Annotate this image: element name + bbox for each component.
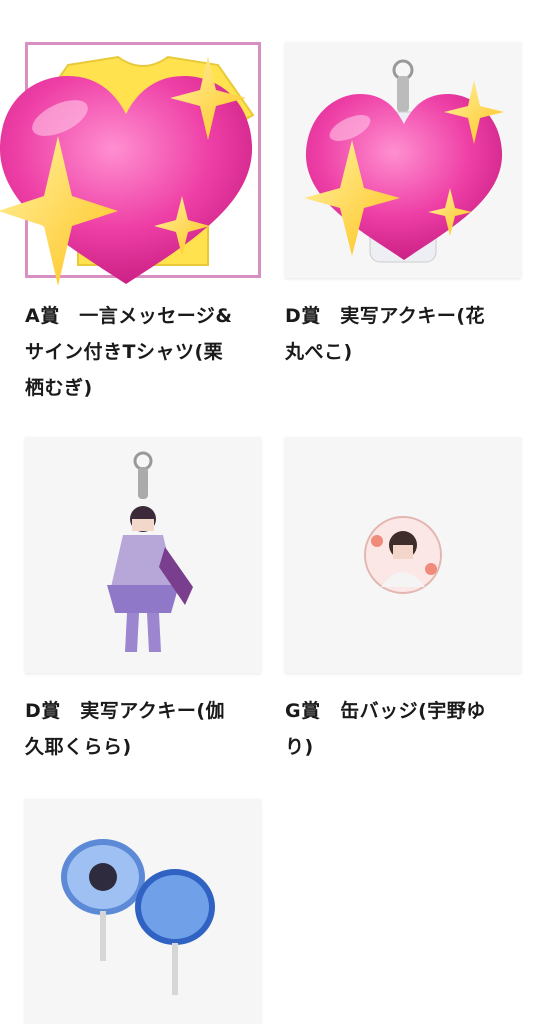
badge-photo: [364, 516, 442, 594]
product-card[interactable]: A賞 一言メッセージ& サイン付きTシャツ(栗 栖むぎ): [25, 42, 261, 406]
product-title[interactable]: A賞 一言メッセージ& サイン付きTシャツ(栗 栖むぎ): [25, 298, 261, 406]
product-image[interactable]: [25, 42, 261, 278]
tshirt-photo: [28, 45, 258, 275]
product-image[interactable]: [285, 437, 521, 673]
product-image[interactable]: [285, 42, 521, 278]
keychain-photo: [369, 59, 437, 263]
product-card[interactable]: D賞 実写アクキー(伽 久耶くらら): [25, 437, 261, 765]
product-title[interactable]: D賞 実写アクキー(花 丸ぺこ): [285, 298, 521, 370]
product-title[interactable]: D賞 実写アクキー(伽 久耶くらら): [25, 693, 261, 765]
product-title[interactable]: G賞 缶バッジ(宇野ゆ り): [285, 693, 521, 765]
product-image[interactable]: [25, 799, 261, 1024]
keychain-photo: [107, 451, 193, 652]
fan-photo: [61, 839, 215, 995]
product-card[interactable]: [25, 799, 261, 1024]
product-grid: A賞 一言メッセージ& サイン付きTシャツ(栗 栖むぎ) D賞 実写アクキー(花…: [0, 0, 536, 1024]
product-image[interactable]: [25, 437, 261, 673]
product-card[interactable]: G賞 缶バッジ(宇野ゆ り): [285, 437, 521, 765]
product-card[interactable]: D賞 実写アクキー(花 丸ぺこ): [285, 42, 521, 370]
